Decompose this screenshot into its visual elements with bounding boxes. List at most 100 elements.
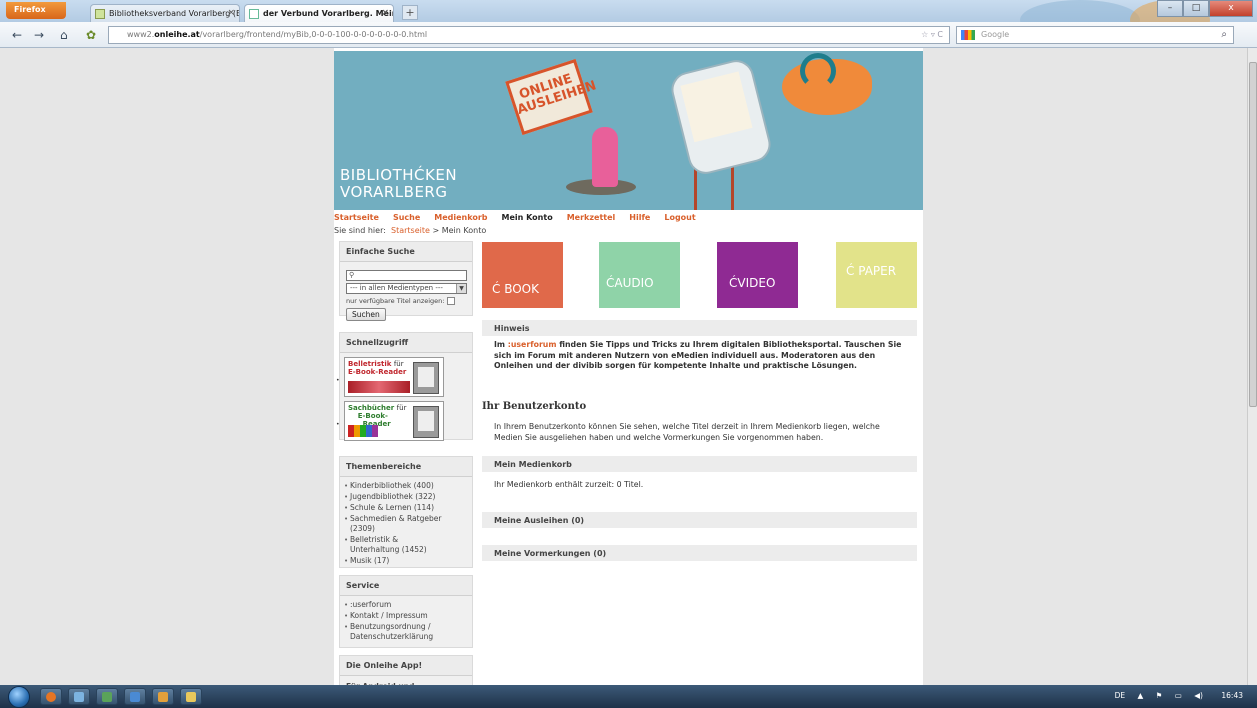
- chevron-down-icon[interactable]: ▼: [456, 284, 466, 293]
- topic-item[interactable]: Sachmedien & Ratgeber (2309): [344, 514, 468, 534]
- search-engine-label: Google: [981, 30, 1010, 39]
- taskbar-app[interactable]: [68, 688, 90, 705]
- tab-close-icon[interactable]: ×: [227, 8, 235, 18]
- topic-item[interactable]: Kinderbibliothek (400): [344, 481, 468, 491]
- breadcrumb: Sie sind hier: Startseite > Mein Konto: [334, 226, 486, 235]
- tile-ebook[interactable]: Ć BOOK: [482, 242, 563, 308]
- clock[interactable]: 16:43: [1221, 691, 1243, 700]
- topic-item[interactable]: Schule & Lernen (114): [344, 503, 468, 513]
- service-item[interactable]: :userforum: [344, 600, 468, 610]
- nav-mein-konto[interactable]: Mein Konto: [502, 213, 553, 225]
- back-button[interactable]: ←: [12, 28, 22, 42]
- taskbar-app[interactable]: [124, 688, 146, 705]
- tab-close-icon[interactable]: ×: [381, 8, 389, 18]
- quick-access-item: • Belletristik für E-Book-Reader: [336, 357, 472, 397]
- home-icon[interactable]: ⌂: [60, 28, 68, 42]
- addon-icon[interactable]: ✿: [86, 28, 96, 42]
- browser-search-input[interactable]: Google ⌕: [956, 26, 1234, 44]
- breadcrumb-prefix: Sie sind hier:: [334, 226, 386, 235]
- nav-merkzettel[interactable]: Merkzettel: [567, 213, 616, 225]
- promo-text: Belletristik für E-Book-Reader: [348, 360, 406, 376]
- start-button[interactable]: [8, 686, 30, 708]
- close-window-button[interactable]: x: [1209, 0, 1253, 17]
- topics-list: Kinderbibliothek (400) Jugendbibliothek …: [340, 477, 472, 571]
- taskbar-firefox[interactable]: [40, 688, 62, 705]
- promo2-line2: E-Book-: [357, 412, 388, 420]
- search-button[interactable]: Suchen: [346, 308, 386, 321]
- userforum-link[interactable]: :userforum: [508, 340, 557, 349]
- window-buttons: – □ x: [1157, 0, 1253, 18]
- tile-video-label: ĆVIDEO: [729, 276, 775, 290]
- nav-medienkorb[interactable]: Medienkorb: [434, 213, 487, 225]
- ebook-reader-icon: [413, 362, 439, 394]
- volume-icon[interactable]: ◀): [1194, 691, 1203, 700]
- url-prefix: www2.: [127, 30, 155, 39]
- search-icon[interactable]: ⌕: [1221, 27, 1227, 43]
- new-tab-button[interactable]: +: [402, 5, 418, 20]
- simple-search-title: Einfache Suche: [340, 242, 472, 262]
- taskbar-app[interactable]: [96, 688, 118, 705]
- app-title: Die Onleihe App!: [340, 656, 472, 676]
- available-only-checkbox[interactable]: [447, 297, 456, 305]
- tile-video-text: VIDEO: [737, 276, 776, 290]
- tab-bibliotheksverband[interactable]: Bibliotheksverband Vorarlberg (BVV) ×: [90, 4, 240, 22]
- media-type-select-value: --- in allen Medientypen ---: [350, 284, 443, 292]
- list-bullet: •: [336, 377, 340, 384]
- app-text[interactable]: Für Android und iPhone/iPad: [340, 676, 472, 685]
- nav-startseite[interactable]: Startseite: [334, 213, 379, 225]
- language-indicator[interactable]: DE: [1115, 691, 1126, 700]
- tile-audio[interactable]: ĆAUDIO: [599, 242, 680, 308]
- system-tray: DE ▲ ⚑ ▭ ◀) 16:43: [1115, 691, 1243, 700]
- breadcrumb-home-link[interactable]: Startseite: [391, 226, 430, 235]
- banner-fish: [782, 53, 872, 115]
- service-item[interactable]: Kontakt / Impressum: [344, 611, 468, 621]
- belletristik-ebook-reader-banner[interactable]: Belletristik für E-Book-Reader: [344, 357, 444, 397]
- quick-access-item: • Sachbücher für E-Book- Reader: [336, 401, 472, 441]
- promo2-line1: Sachbücher: [348, 404, 395, 412]
- network-icon[interactable]: ▭: [1175, 691, 1182, 700]
- maximize-button[interactable]: □: [1183, 0, 1209, 17]
- promo1-suffix: für: [393, 360, 404, 368]
- flag-icon[interactable]: ⚑: [1156, 691, 1163, 700]
- service-item[interactable]: Benutzungsordnung / Datenschutzerklärung: [344, 622, 444, 642]
- medienkorb-text: Ihr Medienkorb enthält zurzeit: 0 Titel.: [494, 480, 644, 489]
- promo1-line2: E-Book-Reader: [348, 368, 407, 376]
- nav-logout[interactable]: Logout: [664, 213, 695, 225]
- firefox-menu-button[interactable]: Firefox: [6, 2, 66, 19]
- tile-video[interactable]: ĆVIDEO: [717, 242, 798, 308]
- windows-taskbar: DE ▲ ⚑ ▭ ◀) 16:43: [0, 685, 1257, 708]
- vertical-scrollbar[interactable]: [1247, 48, 1257, 685]
- brand-line-2: VORARLBERG: [340, 183, 448, 201]
- brand-logo[interactable]: BIBLIOTHĆKEN VORARLBERG: [340, 167, 457, 201]
- sachbuecher-ebook-reader-banner[interactable]: Sachbücher für E-Book- Reader: [344, 401, 444, 441]
- tab-mein-konto[interactable]: der Verbund Vorarlberg. Mein Konto ×: [244, 4, 394, 22]
- taskbar-explorer[interactable]: [180, 688, 202, 705]
- service-title: Service: [340, 576, 472, 596]
- tray-arrow-icon[interactable]: ▲: [1138, 691, 1144, 700]
- tile-ebook-bg: [482, 242, 563, 308]
- topic-item[interactable]: Jugendbibliothek (322): [344, 492, 468, 502]
- hinweis-text-before: Im: [494, 340, 506, 349]
- media-type-select[interactable]: --- in allen Medientypen --- ▼: [346, 283, 467, 294]
- forward-button[interactable]: →: [34, 28, 44, 42]
- vormerkungen-header[interactable]: Meine Vormerkungen (0): [482, 545, 917, 561]
- bookmark-star-icon[interactable]: ☆ ▿ C: [921, 27, 943, 43]
- ausleihen-header[interactable]: Meine Ausleihen (0): [482, 512, 917, 528]
- google-icon: [961, 30, 975, 40]
- search-input[interactable]: ⚲: [346, 270, 467, 281]
- medienkorb-header[interactable]: Mein Medienkorb: [482, 456, 917, 472]
- tile-audio-text: AUDIO: [614, 276, 654, 290]
- tile-paper-text: PAPER: [858, 264, 897, 278]
- minimize-button[interactable]: –: [1157, 0, 1183, 17]
- scrollbar-thumb[interactable]: [1249, 62, 1257, 407]
- topic-item[interactable]: Musik (17): [344, 556, 468, 566]
- nav-suche[interactable]: Suche: [393, 213, 420, 225]
- url-bar[interactable]: www2.onleihe.at/vorarlberg/frontend/myBi…: [108, 26, 950, 44]
- tile-paper[interactable]: Ć PAPER: [836, 242, 917, 308]
- taskbar-app[interactable]: [152, 688, 174, 705]
- available-only-row: nur verfügbare Titel anzeigen:: [346, 297, 466, 305]
- nav-hilfe[interactable]: Hilfe: [629, 213, 650, 225]
- topic-item[interactable]: Belletristik & Unterhaltung (1452): [344, 535, 444, 555]
- url-path: /vorarlberg/frontend/myBib,0-0-0-100-0-0…: [199, 30, 428, 39]
- online-ausleihen-sign: ONLINE AUSLEIHEN: [505, 58, 598, 136]
